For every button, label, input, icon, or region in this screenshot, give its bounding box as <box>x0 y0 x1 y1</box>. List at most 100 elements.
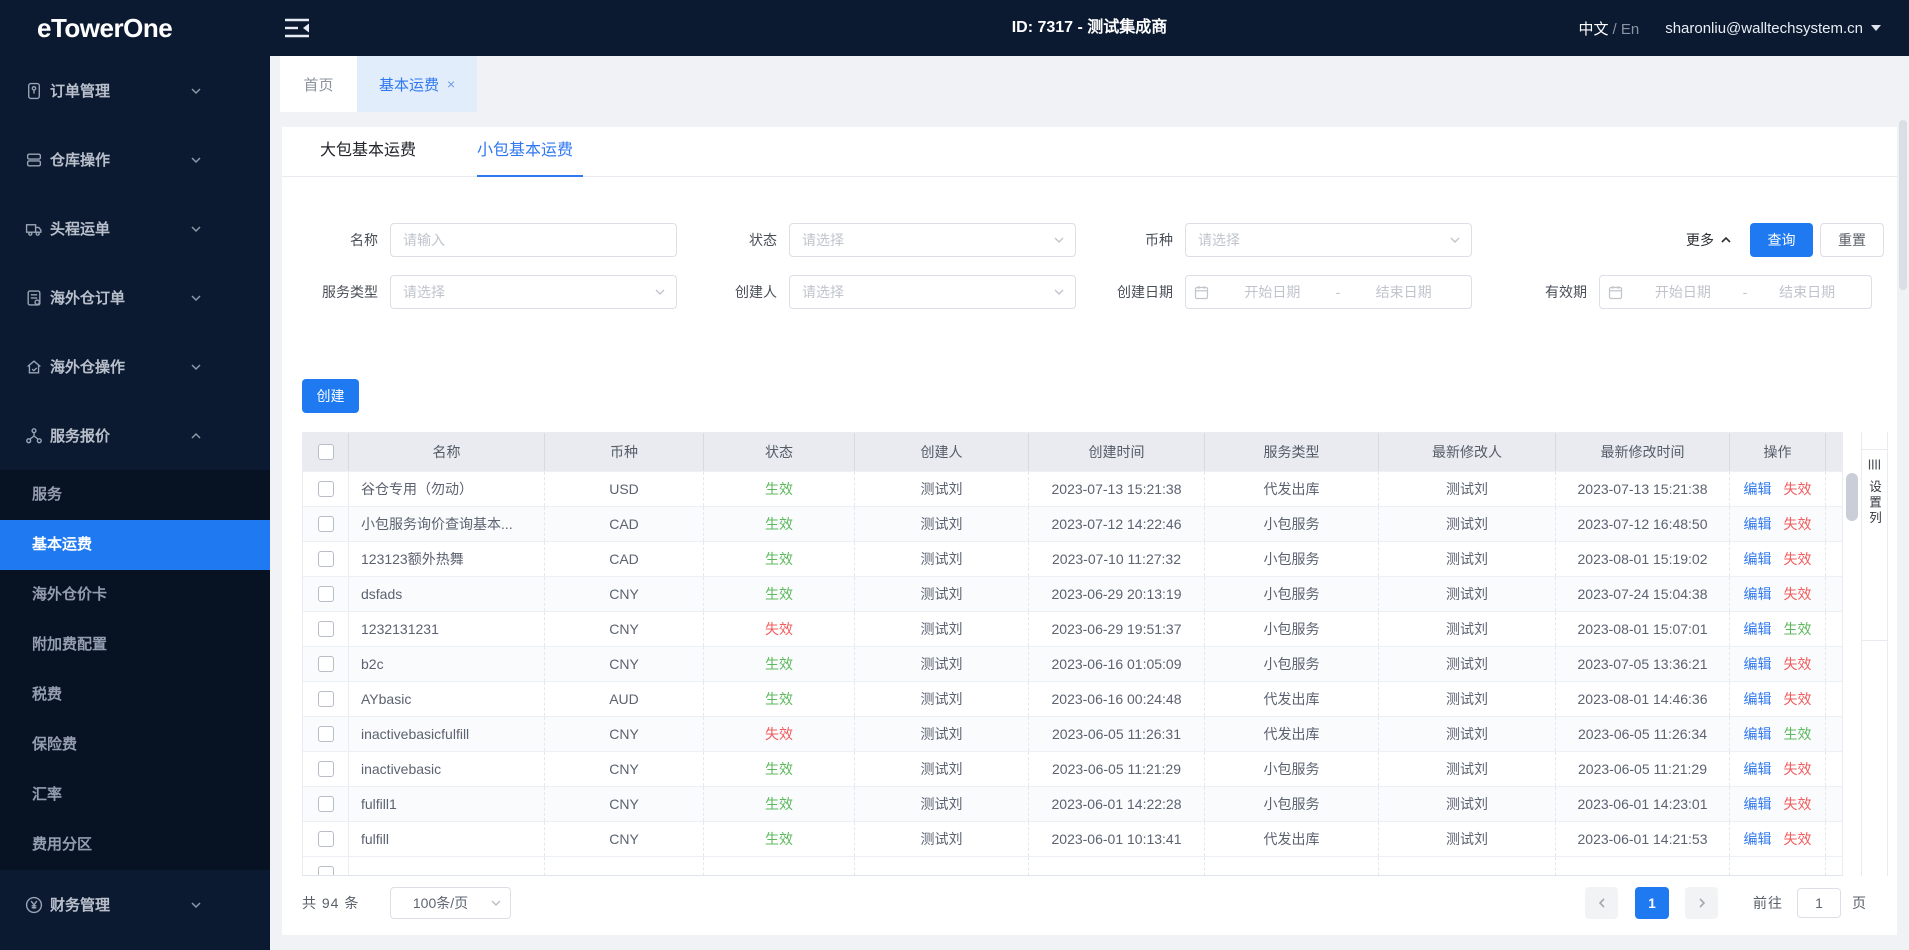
row-checkbox[interactable] <box>317 621 334 637</box>
status-select[interactable]: 请选择 <box>789 223 1076 257</box>
row-checkbox[interactable] <box>317 761 334 777</box>
toggle-status-link[interactable]: 失效 <box>1784 794 1812 814</box>
sidebar-subitem-services[interactable]: 服务 <box>0 470 270 520</box>
sidebar-item-service-quotes[interactable]: 服务报价 <box>0 401 270 470</box>
start-date-placeholder[interactable]: 开始日期 <box>1627 282 1739 302</box>
row-checkbox[interactable] <box>317 866 334 875</box>
cell-currency: CNY <box>545 822 704 856</box>
lang-zh[interactable]: 中文 <box>1578 21 1608 38</box>
sidebar-subitem-basic-freight[interactable]: 基本运费 <box>0 520 270 570</box>
sidebar-subitem-taxes[interactable]: 税费 <box>0 670 270 720</box>
cell-actions: 编辑 失效 <box>1730 542 1826 576</box>
edit-link[interactable]: 编辑 <box>1744 479 1772 499</box>
sidebar-item-overseas-orders[interactable]: 海外仓订单 <box>0 263 270 332</box>
end-date-placeholder[interactable]: 结束日期 <box>1751 282 1863 302</box>
toggle-status-link[interactable]: 失效 <box>1784 829 1812 849</box>
column-settings-button[interactable]: 设置列 <box>1862 449 1887 641</box>
header-right: 中文 / En sharonliu@walltechsystem.cn <box>1578 0 1881 56</box>
row-checkbox[interactable] <box>317 516 334 532</box>
cell-name: 123123额外热舞 <box>349 542 545 576</box>
sidebar-subitem-fee-zones[interactable]: 费用分区 <box>0 820 270 870</box>
start-date-placeholder[interactable]: 开始日期 <box>1213 282 1332 302</box>
cell-actions: 编辑 失效 <box>1730 647 1826 681</box>
sidebar-item-overseas-ops[interactable]: 海外仓操作 <box>0 332 270 401</box>
page-scrollbar-thumb[interactable] <box>1899 120 1907 290</box>
edit-link[interactable]: 编辑 <box>1744 514 1772 534</box>
toggle-status-link[interactable]: 失效 <box>1784 759 1812 779</box>
chevron-down-icon <box>190 292 202 304</box>
row-checkbox[interactable] <box>317 551 334 567</box>
select-all-checkbox[interactable] <box>317 444 334 460</box>
sidebar-item-finance[interactable]: 财务管理 <box>0 870 270 939</box>
row-checkbox[interactable] <box>317 481 334 497</box>
cell-creator: 测试刘 <box>855 472 1029 506</box>
toggle-status-link[interactable]: 失效 <box>1784 549 1812 569</box>
row-checkbox[interactable] <box>317 831 334 847</box>
sidebar-subitem-insurance[interactable]: 保险费 <box>0 720 270 770</box>
service-type-select[interactable]: 请选择 <box>390 275 677 309</box>
edit-link[interactable]: 编辑 <box>1744 619 1772 639</box>
edit-link[interactable]: 编辑 <box>1744 829 1772 849</box>
page-number-button[interactable]: 1 <box>1635 887 1669 919</box>
page-size-select[interactable]: 100条/页 <box>390 887 511 919</box>
more-filters-toggle[interactable]: 更多 <box>1686 223 1732 257</box>
edit-link[interactable]: 编辑 <box>1744 724 1772 744</box>
cell-creator: 测试刘 <box>855 507 1029 541</box>
goto-page-input[interactable]: 1 <box>1797 888 1841 918</box>
tab-small-parcel-freight[interactable]: 小包基本运费 <box>477 127 573 177</box>
sidebar-item-order-management[interactable]: 订单管理 <box>0 56 270 125</box>
edit-link[interactable]: 编辑 <box>1744 759 1772 779</box>
valid-period-range[interactable]: 开始日期 - 结束日期 <box>1599 275 1872 309</box>
creator-select[interactable]: 请选择 <box>789 275 1076 309</box>
toggle-status-link[interactable]: 失效 <box>1784 479 1812 499</box>
user-menu[interactable]: sharonliu@walltechsystem.cn <box>1665 20 1881 37</box>
reset-button[interactable]: 重置 <box>1820 223 1884 257</box>
close-tab-icon[interactable]: × <box>447 77 455 91</box>
sidebar-item-firstleg-waybill[interactable]: 头程运单 <box>0 194 270 263</box>
cell-created-time: 2023-06-29 20:13:19 <box>1029 577 1205 611</box>
tab-basic-freight[interactable]: 基本运费 × <box>357 56 478 112</box>
next-page-button[interactable] <box>1685 887 1718 919</box>
sidebar-item-warehouse-ops[interactable]: 仓库操作 <box>0 125 270 194</box>
create-date-range[interactable]: 开始日期 - 结束日期 <box>1185 275 1472 309</box>
edit-link[interactable]: 编辑 <box>1744 654 1772 674</box>
cell-name: dsfads <box>349 577 545 611</box>
row-checkbox[interactable] <box>317 586 334 602</box>
row-checkbox[interactable] <box>317 691 334 707</box>
table-scrollbar-thumb[interactable] <box>1846 473 1858 521</box>
cell-status: 失效 <box>704 612 855 646</box>
sidebar-subitem-surcharge-config[interactable]: 附加费配置 <box>0 620 270 670</box>
prev-page-button[interactable] <box>1585 887 1618 919</box>
row-checkbox[interactable] <box>317 796 334 812</box>
cell-modified-time: 2023-06-01 14:21:53 <box>1556 822 1730 856</box>
toggle-status-link[interactable]: 失效 <box>1784 689 1812 709</box>
cell-service-type: 代发出库 <box>1205 472 1379 506</box>
row-checkbox[interactable] <box>317 656 334 672</box>
tab-home[interactable]: 首页 <box>280 56 357 112</box>
end-date-placeholder[interactable]: 结束日期 <box>1344 282 1463 302</box>
language-switcher[interactable]: 中文 / En <box>1578 18 1639 39</box>
row-checkbox[interactable] <box>317 726 334 742</box>
edit-link[interactable]: 编辑 <box>1744 584 1772 604</box>
create-button[interactable]: 创建 <box>302 379 359 413</box>
toggle-status-link[interactable]: 失效 <box>1784 584 1812 604</box>
cell-modified-time: 2023-06-01 14:23:01 <box>1556 787 1730 821</box>
tab-big-parcel-freight[interactable]: 大包基本运费 <box>320 127 416 177</box>
table-row: 1232131231 CNY 失效 测试刘 2023-06-29 19:51:3… <box>303 611 1842 646</box>
toggle-status-link[interactable]: 失效 <box>1784 514 1812 534</box>
toggle-status-link[interactable]: 失效 <box>1784 654 1812 674</box>
lang-en[interactable]: / En <box>1613 21 1640 38</box>
currency-select[interactable]: 请选择 <box>1185 223 1472 257</box>
search-button[interactable]: 查询 <box>1750 223 1813 257</box>
sidebar-subitem-exchange-rate[interactable]: 汇率 <box>0 770 270 820</box>
top-header: eTowerOne ID: 7317 - 测试集成商 中文 / En sharon… <box>0 0 1909 56</box>
toggle-status-link[interactable]: 生效 <box>1784 724 1812 744</box>
edit-link[interactable]: 编辑 <box>1744 794 1772 814</box>
cell-modifier: 测试刘 <box>1379 472 1556 506</box>
sidebar-subitem-overseas-price-card[interactable]: 海外仓价卡 <box>0 570 270 620</box>
cell-created-time: 2023-06-01 10:13:41 <box>1029 822 1205 856</box>
edit-link[interactable]: 编辑 <box>1744 689 1772 709</box>
name-input[interactable]: 请输入 <box>390 223 677 257</box>
edit-link[interactable]: 编辑 <box>1744 549 1772 569</box>
toggle-status-link[interactable]: 生效 <box>1784 619 1812 639</box>
